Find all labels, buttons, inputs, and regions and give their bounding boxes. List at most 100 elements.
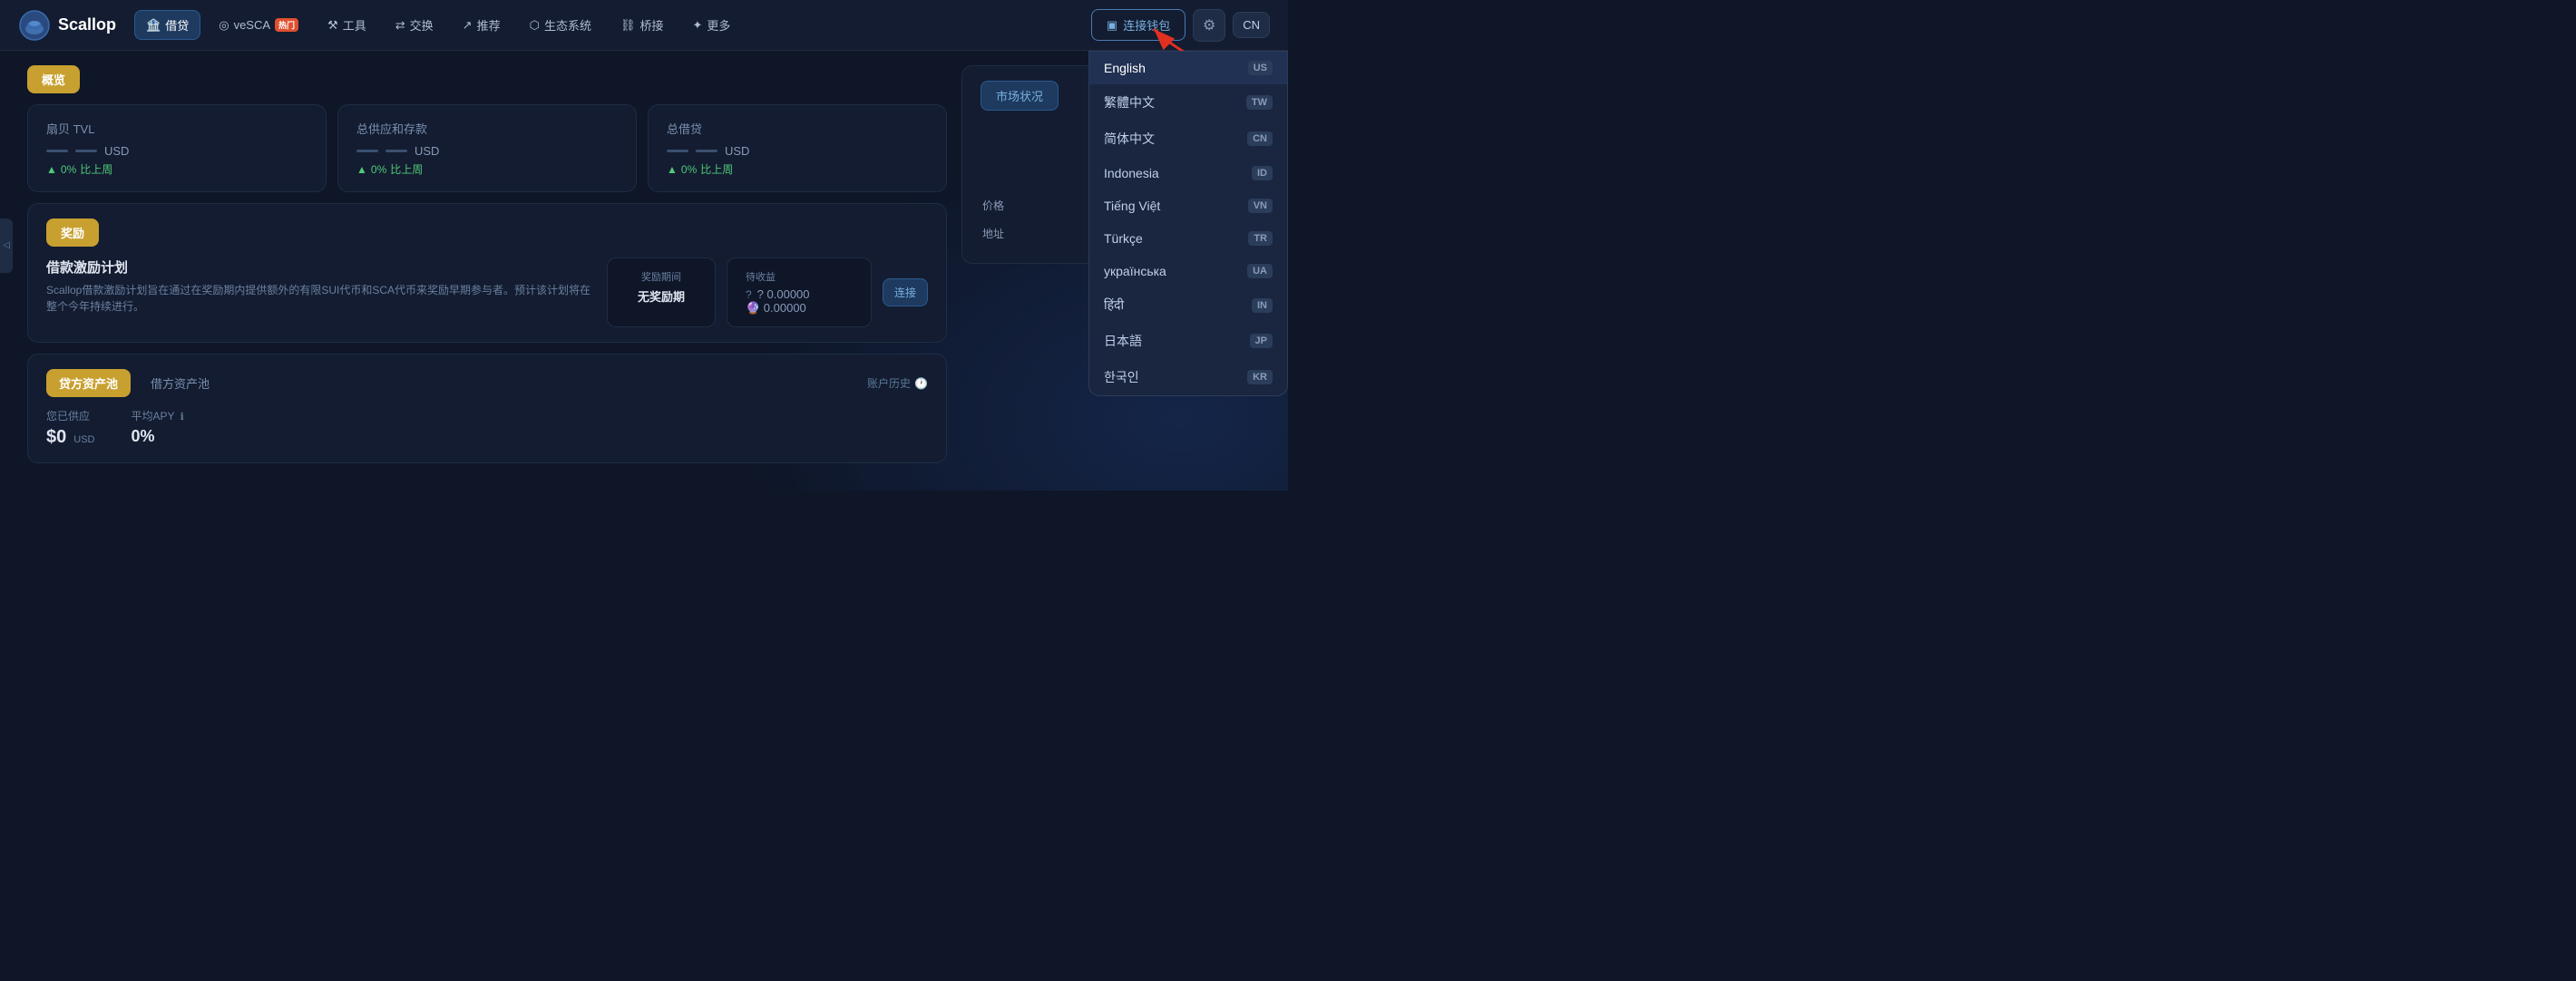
language-dropdown: English US 繁體中文 TW 简体中文 CN Indonesia ID … — [1088, 51, 1288, 396]
account-history-link[interactable]: 账户历史 🕐 — [867, 375, 928, 391]
reward-period-value: 无奖励期 — [626, 287, 697, 305]
supply-arrow-icon: ▲ — [356, 163, 367, 176]
language-button[interactable]: CN — [1233, 12, 1270, 38]
nav-more[interactable]: ✦ 更多 — [681, 11, 741, 39]
settings-button[interactable]: ⚙ — [1193, 9, 1225, 42]
borrow-currency: USD — [725, 144, 749, 158]
lang-flag-cn: CN — [1247, 131, 1273, 146]
more-icon: ✦ — [692, 18, 702, 33]
lend-icon: 🏦 — [146, 18, 161, 33]
borrow-change: ▲ 0% 比上周 — [667, 161, 928, 177]
clock-icon: 🕐 — [914, 377, 928, 390]
earnings-row1: ? ? 0.00000 — [746, 287, 853, 301]
hot-badge: 热门 — [275, 18, 298, 32]
incentive-header: 奖励 — [46, 219, 928, 247]
market-status-button[interactable]: 市场状况 — [981, 81, 1059, 111]
lang-flag-us: US — [1248, 61, 1273, 75]
lang-flag-id: ID — [1252, 166, 1273, 180]
borrow-dash2 — [696, 150, 717, 152]
wallet-icon: ▣ — [1107, 18, 1117, 33]
lang-item-uk[interactable]: українська UA — [1089, 255, 1287, 287]
avg-apy-stat: 平均APY ℹ 0% — [131, 408, 183, 448]
reward-period-label: 奖励期间 — [626, 269, 697, 284]
pools-section: 贷方资产池 借方资产池 账户历史 🕐 您已供应 $0 USD 平均 — [27, 354, 947, 463]
nav-recommend[interactable]: ↗ 推荐 — [452, 11, 512, 39]
lang-item-vi[interactable]: Tiếng Việt VN — [1089, 189, 1287, 222]
nav-ecosystem[interactable]: ⬡ 生态系统 — [519, 11, 602, 39]
lend-pool-tab[interactable]: 贷方资产池 — [46, 369, 131, 397]
incentive-card: 奖励 借款激励计划 Scallop借款激励计划旨在通过在奖励期内提供额外的有限S… — [27, 203, 947, 343]
overview-header: 概览 — [27, 65, 947, 93]
nav-vesca[interactable]: ◎ veSCA 热门 — [208, 13, 309, 38]
nav-bridge[interactable]: ⛓ 桥接 — [610, 11, 675, 39]
supply-label: 总供应和存款 — [356, 120, 618, 137]
logo-icon — [18, 9, 51, 42]
earnings-row2: 🔮 0.00000 — [746, 301, 853, 316]
borrow-value-row: USD — [667, 144, 928, 158]
overview-tab[interactable]: 概览 — [27, 65, 80, 93]
lang-item-id[interactable]: Indonesia ID — [1089, 157, 1287, 189]
vesca-icon: ◎ — [219, 18, 229, 33]
lang-flag-vn: VN — [1248, 199, 1273, 213]
incentive-tab[interactable]: 奖励 — [46, 219, 99, 247]
avg-apy-label: 平均APY ℹ — [131, 408, 183, 423]
supplied-value: $0 — [46, 427, 66, 448]
supplied-value-row: $0 USD — [46, 427, 94, 448]
pending-label: 待收益 — [746, 269, 853, 284]
incentive-title: 借款激励计划 — [46, 257, 592, 277]
lang-item-ja[interactable]: 日本語 JP — [1089, 323, 1287, 359]
borrow-label: 总借贷 — [667, 120, 928, 137]
tvl-dash — [46, 150, 68, 152]
borrow-arrow-icon: ▲ — [667, 163, 678, 176]
supply-change: ▲ 0% 比上周 — [356, 161, 618, 177]
incentive-text: Scallop借款激励计划旨在通过在奖励期内提供额外的有限SUI代币和SCA代币… — [46, 282, 592, 315]
tvl-change: ▲ 0% 比上周 — [46, 161, 307, 177]
stats-row: 扇贝 TVL USD ▲ 0% 比上周 总供应和存款 USD — [27, 104, 947, 192]
info-icon: ℹ — [181, 412, 184, 423]
tvl-value-row: USD — [46, 144, 307, 158]
tvl-arrow-icon: ▲ — [46, 163, 57, 176]
incentive-connect-button[interactable]: 连接 — [883, 278, 928, 306]
logo-text: Scallop — [58, 15, 116, 34]
borrow-dash — [667, 150, 688, 152]
ecosystem-icon: ⬡ — [530, 18, 540, 33]
lang-flag-tr: TR — [1248, 231, 1273, 246]
recommend-icon: ↗ — [463, 18, 473, 33]
borrow-pool-tab[interactable]: 借方资产池 — [138, 369, 222, 397]
supply-currency: USD — [415, 144, 439, 158]
lang-flag-kr: KR — [1247, 370, 1273, 384]
supply-value-row: USD — [356, 144, 618, 158]
incentive-content: 借款激励计划 Scallop借款激励计划旨在通过在奖励期内提供额外的有限SUI代… — [46, 257, 928, 327]
avg-apy-value: 0% — [131, 427, 183, 446]
nav-tools[interactable]: ⚒ 工具 — [317, 11, 377, 39]
left-panel: 概览 扇贝 TVL USD ▲ 0% 比上周 总供应和存款 — [27, 65, 947, 463]
nav-swap[interactable]: ⇄ 交换 — [385, 11, 444, 39]
bridge-icon: ⛓ — [620, 18, 636, 33]
supply-card: 总供应和存款 USD ▲ 0% 比上周 — [337, 104, 637, 192]
gear-icon: ⚙ — [1203, 16, 1215, 34]
supply-dash2 — [385, 150, 407, 152]
lang-item-en[interactable]: English US — [1089, 52, 1287, 84]
nav-lend[interactable]: 🏦 借贷 — [134, 10, 200, 40]
question-mark-icon: ? — [746, 288, 752, 301]
supplied-label: 您已供应 — [46, 408, 94, 423]
sidebar-toggle[interactable]: ◁ — [0, 219, 13, 273]
lang-item-hi[interactable]: हिंदी IN — [1089, 287, 1287, 323]
lang-flag-ua: UA — [1247, 264, 1273, 278]
lang-flag-tw: TW — [1246, 95, 1273, 110]
pools-header: 贷方资产池 借方资产池 账户历史 🕐 — [46, 369, 928, 397]
tools-icon: ⚒ — [327, 18, 338, 33]
lang-item-tr[interactable]: Türkçe TR — [1089, 222, 1287, 255]
tvl-card: 扇贝 TVL USD ▲ 0% 比上周 — [27, 104, 327, 192]
pool-stats-row: 您已供应 $0 USD 平均APY ℹ 0% — [46, 408, 928, 448]
lang-item-zh-cn[interactable]: 简体中文 CN — [1089, 121, 1287, 157]
navbar: Scallop 🏦 借贷 ◎ veSCA 热门 ⚒ 工具 ⇄ 交换 ↗ 推荐 ⬡… — [0, 0, 1288, 51]
lang-item-zh-tw[interactable]: 繁體中文 TW — [1089, 84, 1287, 121]
borrow-card: 总借贷 USD ▲ 0% 比上周 — [648, 104, 947, 192]
swap-icon: ⇄ — [395, 18, 405, 33]
reward-period-stat: 奖励期间 无奖励期 — [607, 257, 716, 327]
incentive-description: 借款激励计划 Scallop借款激励计划旨在通过在奖励期内提供额外的有限SUI代… — [46, 257, 592, 327]
tvl-currency: USD — [104, 144, 129, 158]
lang-item-ko[interactable]: 한국인 KR — [1089, 359, 1287, 395]
connect-wallet-button[interactable]: ▣ 连接钱包 — [1091, 9, 1186, 41]
